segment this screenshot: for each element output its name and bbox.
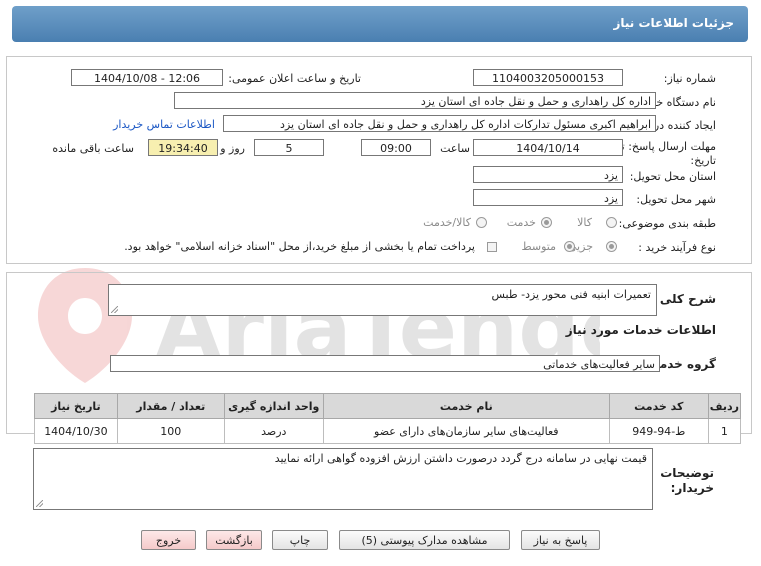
col-name-header: نام خدمت [322, 393, 610, 419]
need-number-label: شماره نیاز: [663, 72, 716, 85]
city-field: یزد [473, 189, 623, 206]
cell-code: ط-94-949 [608, 418, 709, 444]
col-quantity-header: تعداد / مقدار [116, 393, 225, 419]
cell-quantity: 100 [116, 418, 225, 444]
resize-grip-icon[interactable] [111, 306, 118, 313]
need-number-field: 1104003205000153 [473, 69, 623, 86]
deadline-date-label: تاریخ: [690, 154, 716, 167]
category-radio-goods-service[interactable] [476, 217, 487, 228]
deadline-date-field: 1404/10/14 [473, 139, 623, 156]
buyer-notes-label: توضیحات [660, 466, 714, 480]
buyer-contact-link[interactable]: اطلاعات تماس خریدار [113, 118, 215, 131]
col-unit-header: واحد اندازه گیری [223, 393, 324, 419]
services-heading: اطلاعات خدمات مورد نیاز [565, 323, 716, 337]
deadline-time-field: 09:00 [361, 139, 431, 156]
buyer-notes-label-2: خریدار: [670, 481, 714, 495]
remaining-days-field: 5 [254, 139, 324, 156]
window-title: جزئیات اطلاعات نیاز [613, 16, 734, 30]
purchase-radio-minor[interactable] [606, 241, 617, 252]
treasury-payment-note: پرداخت تمام یا بخشی از مبلغ خرید،از محل … [124, 240, 475, 253]
deadline-time-label: ساعت [440, 142, 470, 155]
attachments-button[interactable]: مشاهده مدارک پیوستی (5) [339, 530, 510, 550]
cell-row: 1 [707, 418, 742, 444]
table-header-row: ردیف کد خدمت نام خدمت واحد اندازه گیری ت… [34, 393, 742, 419]
city-label: شهر محل تحویل: [636, 193, 716, 206]
print-button[interactable]: چاپ [272, 530, 328, 550]
purchase-type-label: نوع فرآیند خرید : [638, 241, 716, 254]
remaining-time-label: ساعت باقی مانده [52, 142, 134, 155]
province-label: استان محل تحویل: [629, 170, 716, 183]
treasury-payment-checkbox[interactable] [487, 242, 497, 252]
need-summary-field: تعمیرات ابنیه فنی محور یزد- طبس [108, 284, 657, 316]
col-date-header: تاریخ نیاز [34, 393, 118, 419]
col-code-header: کد خدمت [608, 393, 709, 419]
province-field: یزد [473, 166, 623, 183]
category-option-goods: کالا [577, 216, 592, 229]
category-radio-goods[interactable] [606, 217, 617, 228]
buyer-notes-field: قیمت نهایی در سامانه درج گردد درصورت داش… [33, 448, 653, 510]
back-button[interactable]: بازگشت [206, 530, 262, 550]
service-group-field: سایر فعالیت‌های خدماتی [110, 355, 660, 372]
purchase-option-medium: متوسط [521, 240, 556, 253]
need-info-section [6, 56, 752, 264]
purchase-radio-medium[interactable] [564, 241, 575, 252]
table-row: 1 ط-94-949 فعالیت‌های سایر سازمان‌های دا… [34, 418, 742, 444]
category-radio-service[interactable] [541, 217, 552, 228]
category-option-service: خدمت [506, 216, 536, 229]
deadline-label: مهلت ارسال پاسخ: تا [618, 140, 716, 153]
resize-grip-icon[interactable] [36, 500, 43, 507]
reply-button[interactable]: پاسخ به نیاز [521, 530, 600, 550]
window-title-bar: جزئیات اطلاعات نیاز [12, 6, 748, 42]
col-row-header: ردیف [707, 393, 742, 419]
buyer-notes-text: قیمت نهایی در سامانه درج گردد درصورت داش… [274, 452, 647, 465]
creator-field: ابراهیم اکبری مسئول تدارکات اداره کل راه… [223, 115, 656, 132]
cell-name: فعالیت‌های سایر سازمان‌های دارای عضو [322, 418, 610, 444]
buyer-org-field: اداره کل راهداری و حمل و نقل جاده ای است… [174, 92, 656, 109]
need-summary-text: تعمیرات ابنیه فنی محور یزد- طبس [491, 288, 652, 301]
category-label: طبقه بندی موضوعی: [618, 217, 716, 230]
cell-unit: درصد [223, 418, 324, 444]
category-option-goods-service: کالا/خدمت [423, 216, 471, 229]
remaining-time-field: 19:34:40 [148, 139, 218, 156]
services-table: ردیف کد خدمت نام خدمت واحد اندازه گیری ت… [34, 393, 742, 444]
announce-date-field: 1404/10/08 - 12:06 [71, 69, 223, 86]
cell-date: 1404/10/30 [34, 418, 118, 444]
announce-date-label: تاریخ و ساعت اعلان عمومی: [228, 72, 361, 85]
exit-button[interactable]: خروج [141, 530, 196, 550]
remaining-days-label: روز و [220, 142, 245, 155]
